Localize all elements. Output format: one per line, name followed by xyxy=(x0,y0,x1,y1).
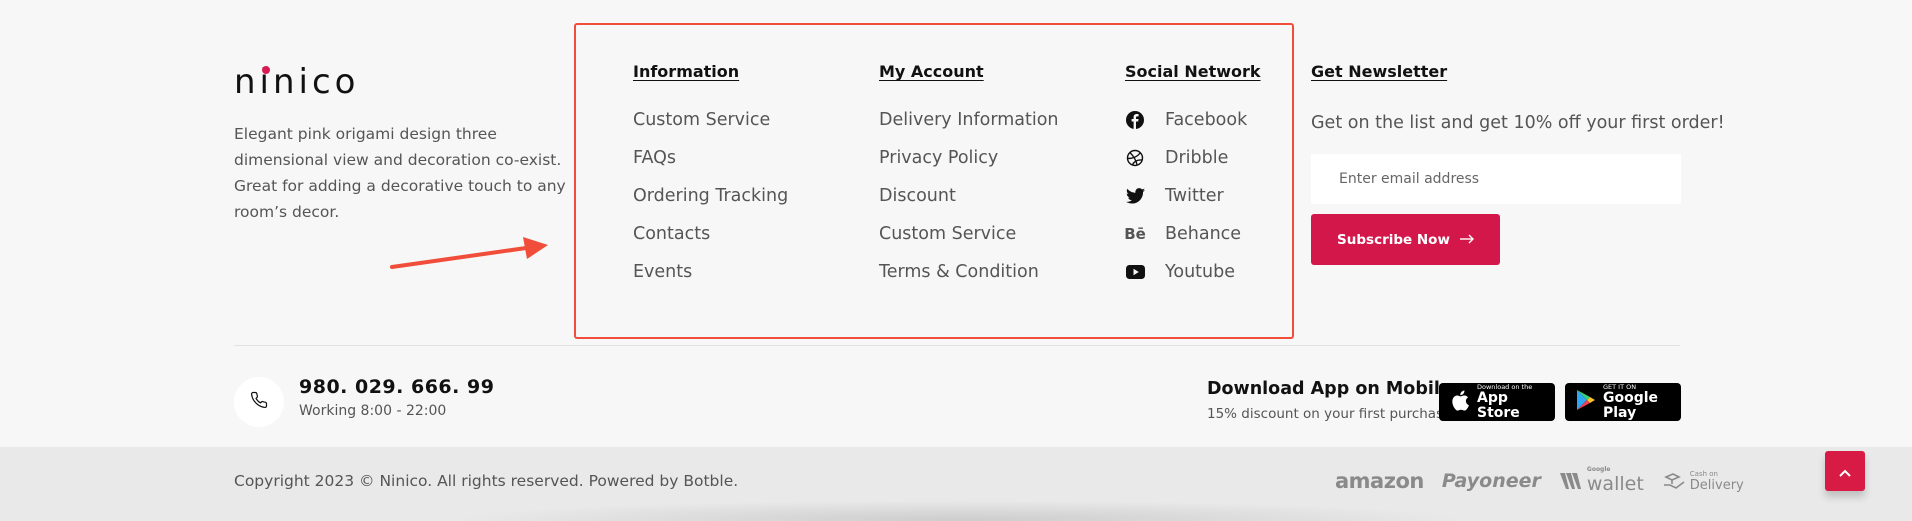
social-link-dribbble[interactable]: Dribble xyxy=(1125,146,1261,184)
logo-dot xyxy=(262,66,270,74)
amazon-logo: amazon xyxy=(1335,469,1424,493)
footer-link[interactable]: Discount xyxy=(879,184,1059,222)
social-label: Youtube xyxy=(1165,262,1235,282)
social-link-youtube[interactable]: Youtube xyxy=(1125,260,1261,298)
footer-link[interactable]: FAQs xyxy=(633,146,788,184)
google-play-label: Google Play xyxy=(1603,390,1659,421)
annotation-arrow xyxy=(390,237,548,269)
social-label: Facebook xyxy=(1165,110,1248,130)
footer-link[interactable]: Custom Service xyxy=(879,222,1059,260)
email-input[interactable] xyxy=(1311,154,1681,204)
phone-icon xyxy=(250,391,268,413)
youtube-icon xyxy=(1125,262,1145,282)
my-account-title: My Account xyxy=(879,62,984,81)
twitter-icon xyxy=(1125,186,1145,206)
information-column: Information Custom Service FAQs Ordering… xyxy=(633,62,788,298)
my-account-column: My Account Delivery Information Privacy … xyxy=(879,62,1059,298)
app-download-title: Download App on Mobile xyxy=(1207,379,1452,399)
social-link-twitter[interactable]: Twitter xyxy=(1125,184,1261,222)
footer-link[interactable]: Delivery Information xyxy=(879,108,1059,146)
subscribe-button[interactable]: Subscribe Now xyxy=(1311,214,1500,265)
cod-label: Delivery xyxy=(1689,478,1744,493)
social-label: Dribble xyxy=(1165,148,1229,168)
social-network-title: Social Network xyxy=(1125,62,1261,81)
payment-methods: amazon Payoneer Google wallet Cash on De… xyxy=(1335,467,1744,496)
phone-number[interactable]: 980. 029. 666. 99 xyxy=(299,376,494,398)
app-store-label: App Store xyxy=(1477,390,1520,421)
google-play-icon xyxy=(1577,390,1595,414)
cash-on-delivery-logo: Cash on Delivery xyxy=(1662,470,1744,492)
wallet-label: wallet xyxy=(1586,473,1644,495)
social-link-facebook[interactable]: Facebook xyxy=(1125,108,1261,146)
footer-link[interactable]: Terms & Condition xyxy=(879,260,1059,298)
working-hours: Working 8:00 - 22:00 xyxy=(299,403,447,419)
social-label: Behance xyxy=(1165,224,1242,244)
google-wallet-logo: Google wallet xyxy=(1559,467,1644,495)
arrow-right-icon xyxy=(1459,232,1474,248)
app-download-subtitle: 15% discount on your first purchase xyxy=(1207,406,1452,422)
footer-link[interactable]: Events xyxy=(633,260,788,298)
footer-link[interactable]: Privacy Policy xyxy=(879,146,1059,184)
information-title: Information xyxy=(633,62,740,81)
payoneer-logo: Payoneer xyxy=(1441,470,1541,492)
copyright-text: Copyright 2023 © Ninico. All rights rese… xyxy=(234,472,739,490)
subscribe-label: Subscribe Now xyxy=(1337,231,1450,248)
footer-divider xyxy=(234,345,1680,346)
google-play-button[interactable]: GET IT ON Google Play xyxy=(1565,383,1681,421)
social-link-behance[interactable]: Bē Behance xyxy=(1124,222,1261,260)
behance-icon: Bē xyxy=(1124,225,1146,243)
footer-link[interactable]: Contacts xyxy=(633,222,788,260)
bottom-shadow xyxy=(450,500,1470,521)
apple-icon xyxy=(1451,390,1469,415)
facebook-icon xyxy=(1125,110,1145,130)
social-label: Twitter xyxy=(1165,186,1224,206)
newsletter-title: Get Newsletter xyxy=(1311,62,1448,81)
back-to-top-button[interactable] xyxy=(1825,451,1865,491)
wallet-icon xyxy=(1559,473,1581,489)
chevron-up-icon xyxy=(1839,462,1851,481)
social-network-column: Social Network Facebook Dribble Twitter … xyxy=(1124,62,1261,298)
delivery-hand-icon xyxy=(1663,473,1685,489)
dribbble-icon xyxy=(1125,148,1145,168)
phone-button[interactable] xyxy=(234,377,284,427)
logo[interactable]: ninico xyxy=(234,62,360,102)
newsletter-text: Get on the list and get 10% off your fir… xyxy=(1311,113,1725,133)
footer-link[interactable]: Ordering Tracking xyxy=(633,184,788,222)
app-store-button[interactable]: Download on the App Store xyxy=(1439,383,1555,421)
about-text: Elegant pink origami design three dimens… xyxy=(234,125,566,221)
footer-link[interactable]: Custom Service xyxy=(633,108,788,146)
